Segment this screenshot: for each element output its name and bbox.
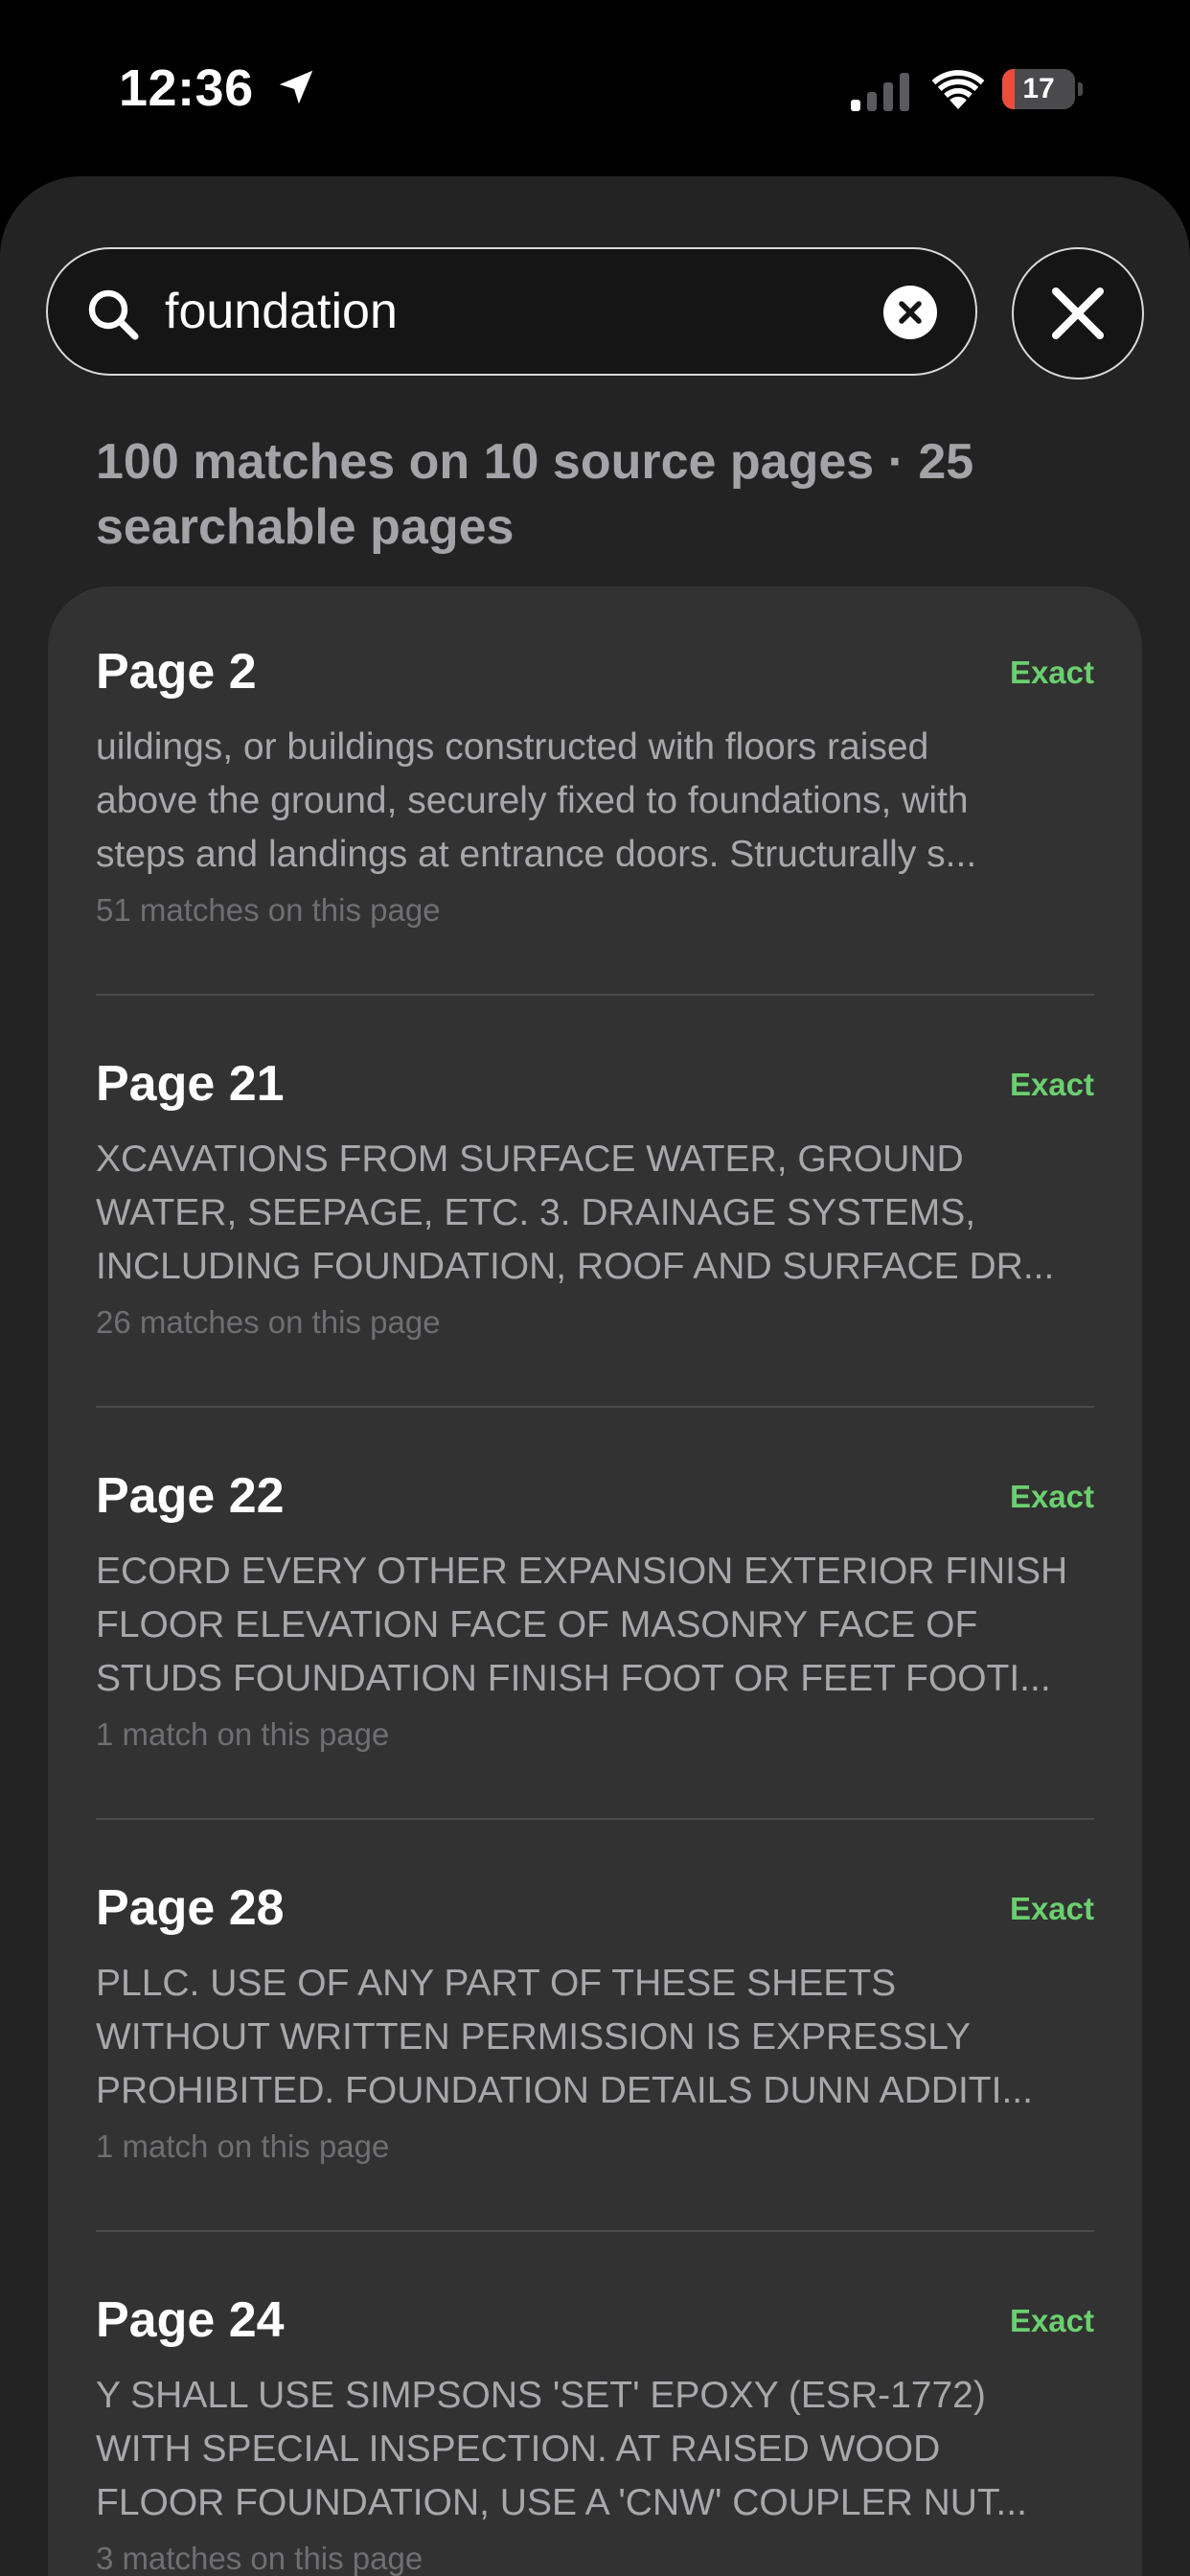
- battery-indicator: 17: [1002, 69, 1083, 109]
- result-match-count: 51 matches on this page: [96, 892, 441, 928]
- result-snippet: XCAVATIONS FROM SURFACE WATER, GROUND WA…: [96, 1133, 1094, 1294]
- divider: [96, 994, 1094, 996]
- result-item[interactable]: Page 28 Exact PLLC. USE OF ANY PART OF T…: [96, 1823, 1094, 2235]
- result-snippet: ECORD EVERY OTHER EXPANSION EXTERIOR FIN…: [96, 1545, 1094, 1706]
- result-match-count: 3 matches on this page: [96, 2541, 423, 2576]
- result-page-title: Page 24: [96, 2292, 285, 2348]
- result-match-count: 1 match on this page: [96, 1716, 390, 1752]
- snippet-line: FLOOR FOUNDATION, USE A 'CNW' COUPLER NU…: [96, 2482, 1027, 2523]
- battery-body: 17: [1002, 69, 1075, 109]
- result-match-count: 26 matches on this page: [96, 1304, 441, 1340]
- result-item[interactable]: Page 2 Exact uildings, or buildings cons…: [96, 586, 1094, 999]
- battery-level: 17: [1022, 73, 1055, 104]
- close-icon: [1052, 288, 1104, 339]
- result-snippet: uildings, or buildings constructed with …: [96, 721, 1094, 882]
- divider: [96, 1818, 1094, 1820]
- match-type-badge: Exact: [1009, 1479, 1094, 1514]
- search-icon: [88, 289, 139, 340]
- snippet-line: PLLC. USE OF ANY PART OF THESE SHEETS: [96, 1963, 897, 2004]
- match-type-badge: Exact: [1009, 2303, 1094, 2338]
- snippet-line: STUDS FOUNDATION FINISH FOOT OR FEET FOO…: [96, 1658, 1051, 1699]
- snippet-line: above the ground, securely fixed to foun…: [96, 780, 969, 821]
- snippet-line: FLOOR ELEVATION FACE OF MASONRY FACE OF: [96, 1604, 978, 1645]
- snippet-line: ECORD EVERY OTHER EXPANSION EXTERIOR FIN…: [96, 1551, 1068, 1592]
- match-type-badge: Exact: [1009, 655, 1094, 690]
- status-bar: 12:36 17: [0, 0, 1190, 163]
- results-summary: 100 matches on 10 source pages · 25 sear…: [96, 434, 974, 555]
- status-time: 12:36: [119, 59, 254, 117]
- search-field[interactable]: [46, 247, 977, 376]
- divider: [96, 2230, 1094, 2232]
- snippet-line: uildings, or buildings constructed with …: [96, 726, 929, 768]
- result-page-title: Page 28: [96, 1880, 285, 1936]
- result-page-title: Page 2: [96, 644, 257, 700]
- snippet-line: steps and landings at entrance doors. St…: [96, 834, 977, 875]
- location-arrow-icon: [279, 70, 313, 104]
- results-list: Page 2 Exact uildings, or buildings cons…: [48, 586, 1142, 2576]
- snippet-line: INCLUDING FOUNDATION, ROOF AND SURFACE D…: [96, 1246, 1055, 1287]
- result-page-title: Page 22: [96, 1468, 285, 1524]
- result-snippet: PLLC. USE OF ANY PART OF THESE SHEETS WI…: [96, 1957, 1094, 2118]
- snippet-line: WATER, SEEPAGE, ETC. 3. DRAINAGE SYSTEMS…: [96, 1192, 976, 1233]
- result-item[interactable]: Page 22 Exact ECORD EVERY OTHER EXPANSIO…: [96, 1411, 1094, 1823]
- result-page-title: Page 21: [96, 1056, 285, 1112]
- wifi-icon: [931, 70, 985, 109]
- search-sheet: 100 matches on 10 source pages · 25 sear…: [0, 176, 1190, 2576]
- snippet-line: WITH SPECIAL INSPECTION. AT RAISED WOOD: [96, 2428, 941, 2470]
- snippet-line: PROHIBITED. FOUNDATION DETAILS DUNN ADDI…: [96, 2070, 1033, 2111]
- search-input[interactable]: [165, 249, 893, 374]
- result-match-count: 1 match on this page: [96, 2128, 390, 2164]
- result-item[interactable]: Page 21 Exact XCAVATIONS FROM SURFACE WA…: [96, 999, 1094, 1411]
- snippet-line: Y SHALL USE SIMPSONS 'SET' EPOXY (ESR-17…: [96, 2375, 986, 2416]
- snippet-line: XCAVATIONS FROM SURFACE WATER, GROUND: [96, 1138, 964, 1180]
- snippet-line: WITHOUT WRITTEN PERMISSION IS EXPRESSLY: [96, 2016, 971, 2058]
- close-button[interactable]: [1012, 247, 1144, 380]
- match-type-badge: Exact: [1009, 1067, 1094, 1102]
- divider: [96, 1406, 1094, 1408]
- result-item[interactable]: Page 24 Exact Y SHALL USE SIMPSONS 'SET'…: [96, 2235, 1094, 2576]
- cellular-signal-icon: [851, 73, 909, 111]
- battery-tip: [1078, 82, 1083, 96]
- clear-search-button[interactable]: [883, 286, 937, 339]
- result-snippet: Y SHALL USE SIMPSONS 'SET' EPOXY (ESR-17…: [96, 2369, 1094, 2530]
- screen: 12:36 17 foundation 100 matches on 10 so…: [0, 0, 1190, 2576]
- match-type-badge: Exact: [1009, 1891, 1094, 1926]
- clear-icon: [899, 301, 922, 324]
